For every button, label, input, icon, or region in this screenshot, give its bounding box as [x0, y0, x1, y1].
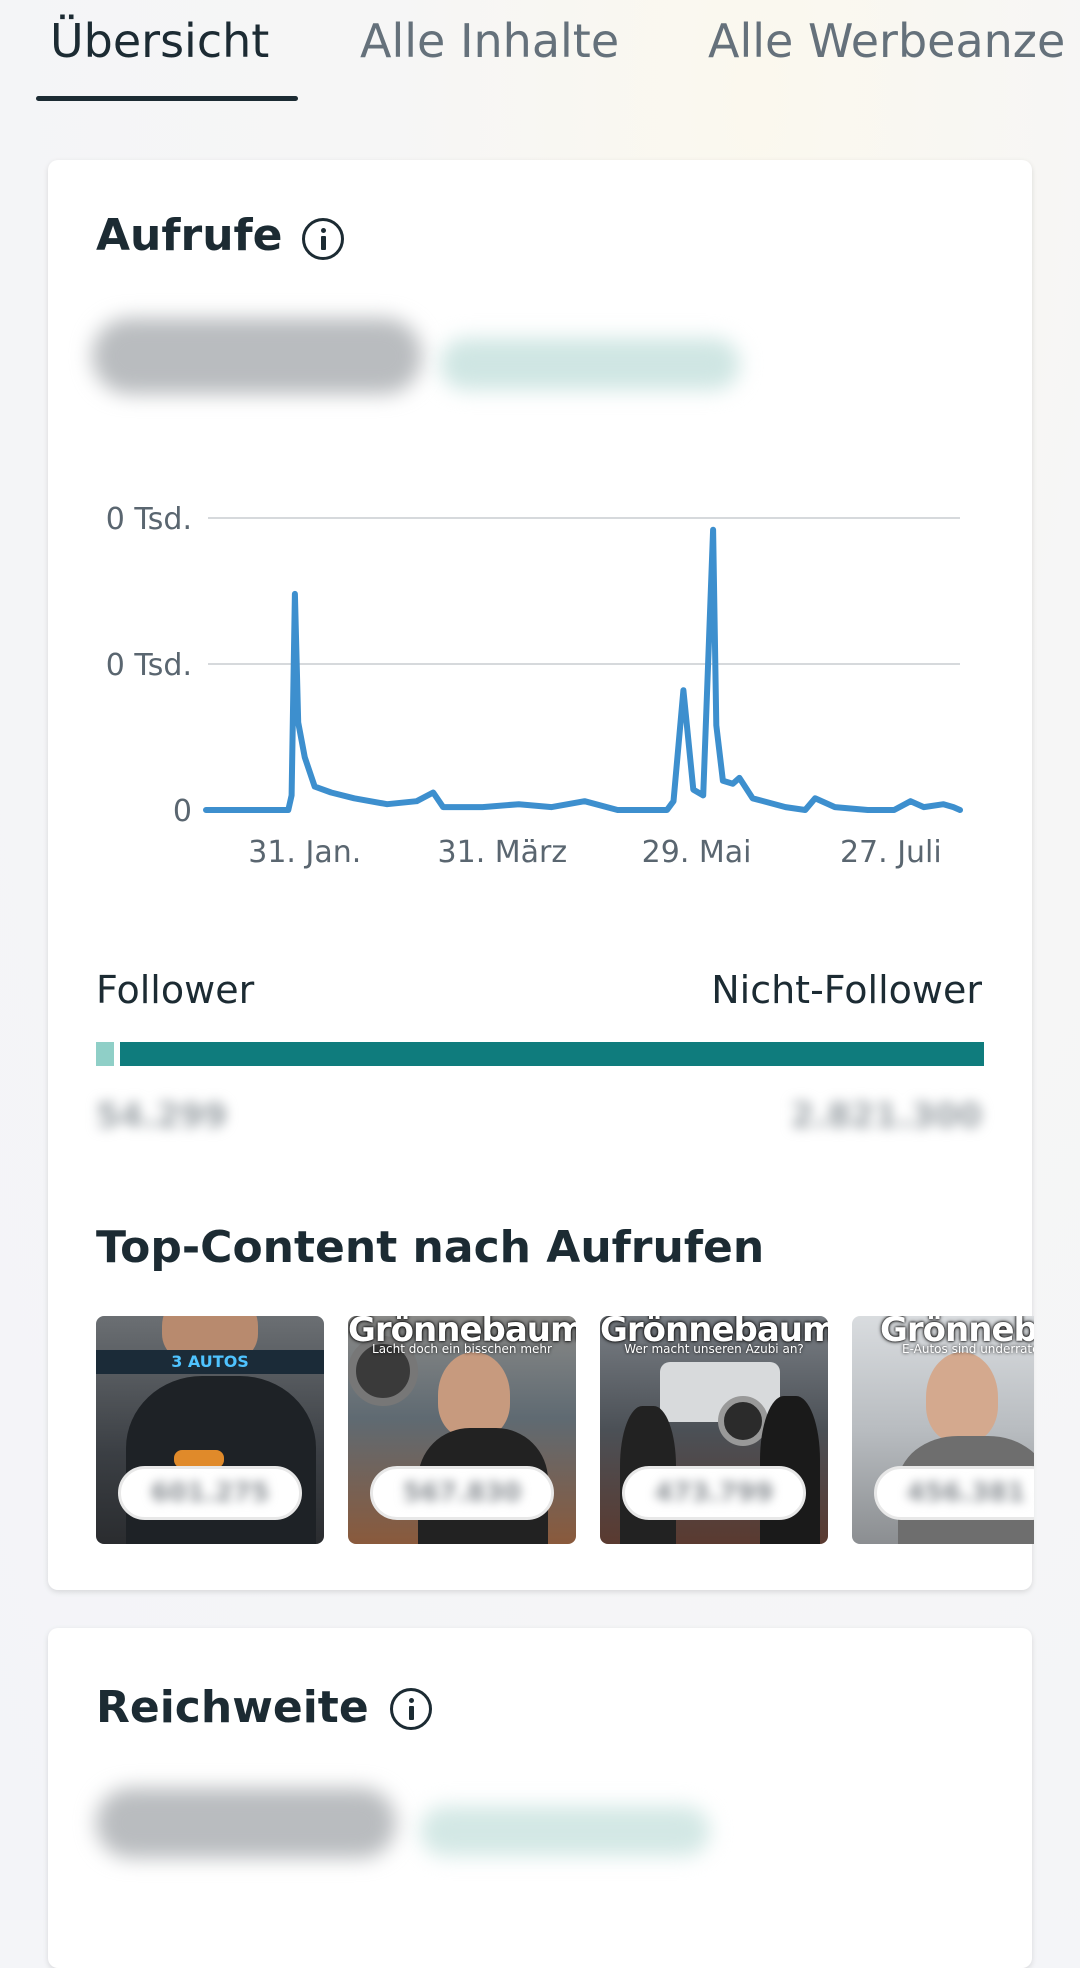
active-tab-indicator: [36, 96, 298, 101]
thumbnail-caption: Lacht doch ein bisschen mehr: [348, 1342, 576, 1356]
thumbnail-person: [438, 1352, 510, 1438]
reach-total-hidden: [96, 1788, 396, 1858]
y-tick-label: 0: [173, 794, 192, 829]
views-change-hidden: [440, 338, 740, 390]
thumbnail-banner: 3 AUTOS: [96, 1350, 324, 1374]
x-tick-label: 31. Jan.: [248, 835, 361, 870]
follower-split-bar: [96, 1042, 984, 1066]
top-content-thumbnail-1[interactable]: 3 AUTOS 601.275: [96, 1316, 324, 1544]
thumbnail-person: [926, 1352, 998, 1442]
top-content-thumbnail-2[interactable]: Grönnebaum Lacht doch ein bisschen mehr …: [348, 1316, 576, 1544]
view-count: 567.830: [373, 1469, 551, 1517]
view-count-pill: 567.830: [370, 1466, 554, 1520]
info-icon[interactable]: [390, 1688, 432, 1730]
tab-overview[interactable]: Übersicht: [50, 14, 269, 68]
x-tick-label: 27. Juli: [840, 835, 942, 870]
non-follower-count: 2.821.300: [791, 1096, 982, 1136]
reach-change-hidden: [420, 1806, 710, 1856]
x-tick-label: 31. März: [438, 835, 568, 870]
follower-count: 54.299: [96, 1096, 227, 1136]
views-series-line: [206, 530, 960, 810]
views-line-chart: 0 0 Tsd. 0 Tsd. 31. Jan. 31. März 29. Mai 27.…: [48, 480, 1008, 880]
chart-x-axis: 31. Jan. 31. März 29. Mai 27. Juli: [248, 835, 941, 870]
view-count-pill: 473.799: [622, 1466, 806, 1520]
tab-all-ads[interactable]: Alle Werbeanze: [708, 14, 1065, 68]
views-total-hidden: [92, 318, 422, 394]
y-tick-label: 0 Tsd.: [106, 648, 192, 683]
non-follower-label: Nicht-Follower: [711, 968, 982, 1012]
top-content-title: Top-Content nach Aufrufen: [96, 1222, 764, 1273]
top-content-thumbnail-3[interactable]: Grönnebaum Wer macht unseren Azubi an? 4…: [600, 1316, 828, 1544]
views-title: Aufrufe: [96, 210, 283, 261]
top-content-thumbnail-4[interactable]: Grönnebau E-Autos sind underrated! 456.3…: [852, 1316, 1034, 1544]
follower-label: Follower: [96, 968, 254, 1012]
info-icon[interactable]: [302, 218, 344, 260]
view-count-pill: 601.275: [118, 1466, 302, 1520]
thumbnail-caption: Wer macht unseren Azubi an?: [600, 1342, 828, 1356]
non-follower-segment: [120, 1042, 984, 1066]
chart-grid: [208, 518, 960, 664]
view-count: 473.799: [625, 1469, 803, 1517]
y-tick-label: 0 Tsd.: [106, 502, 192, 537]
chart-y-axis: 0 0 Tsd. 0 Tsd.: [106, 502, 192, 829]
reach-title: Reichweite: [96, 1682, 369, 1733]
view-count-pill: 456.381: [874, 1466, 1034, 1520]
view-count: 601.275: [121, 1469, 299, 1517]
thumbnail-caption: E-Autos sind underrated!: [902, 1342, 1034, 1356]
thumbnail-clip: Grönnebau E-Autos sind underrated! 456.3…: [852, 1316, 1034, 1544]
x-tick-label: 29. Mai: [642, 835, 752, 870]
tab-bar: Übersicht Alle Inhalte Alle Werbeanze: [0, 0, 1080, 110]
follower-segment: [96, 1042, 114, 1066]
view-count: 456.381: [877, 1469, 1034, 1517]
tab-all-content[interactable]: Alle Inhalte: [360, 14, 619, 68]
